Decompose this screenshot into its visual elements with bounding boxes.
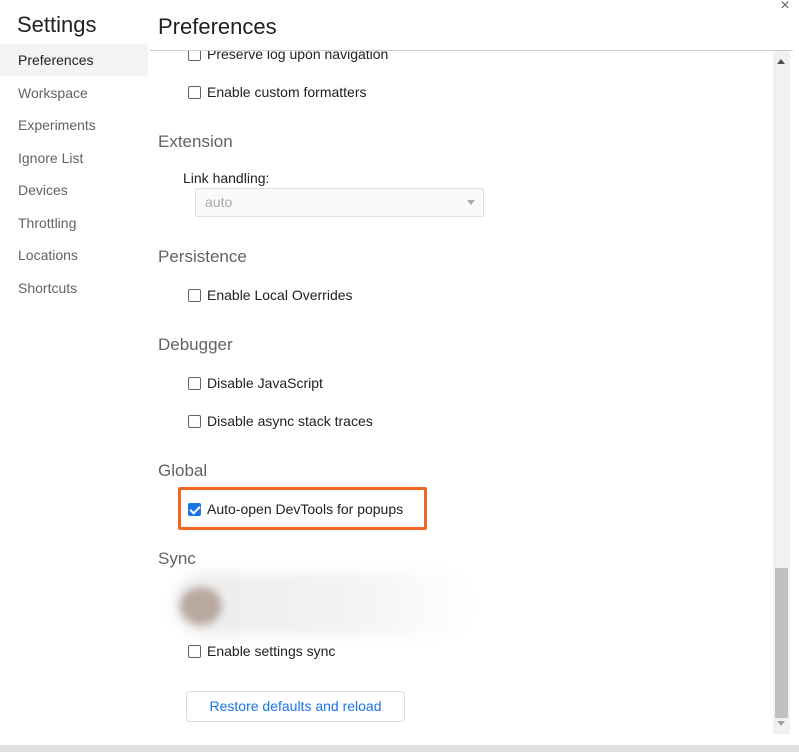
sidebar-item-experiments[interactable]: Experiments bbox=[0, 109, 148, 141]
bottom-border bbox=[0, 745, 799, 752]
sidebar-item-shortcuts[interactable]: Shortcuts bbox=[0, 272, 148, 304]
auto-open-devtools-checkbox[interactable] bbox=[188, 502, 201, 516]
sidebar-item-locations[interactable]: Locations bbox=[0, 239, 148, 271]
disable-async-label: Disable async stack traces bbox=[207, 413, 373, 429]
page-title: Preferences bbox=[158, 14, 277, 39]
link-handling-select[interactable]: auto bbox=[195, 188, 484, 217]
avatar bbox=[180, 587, 222, 625]
settings-title: Settings bbox=[17, 12, 97, 37]
chevron-down-icon bbox=[467, 200, 475, 205]
scrollbar-thumb[interactable] bbox=[775, 568, 788, 718]
link-handling-label: Link handling: bbox=[183, 170, 270, 186]
local-overrides-label: Enable Local Overrides bbox=[207, 287, 353, 303]
enable-sync-checkbox-row[interactable]: Enable settings sync bbox=[188, 641, 335, 661]
scroll-up-icon[interactable] bbox=[777, 59, 785, 64]
local-overrides-checkbox-row[interactable]: Enable Local Overrides bbox=[188, 285, 353, 305]
section-header-global: Global bbox=[158, 461, 208, 480]
disable-javascript-checkbox-row[interactable]: Disable JavaScript bbox=[188, 373, 323, 393]
disable-javascript-checkbox[interactable] bbox=[188, 376, 201, 390]
section-header-debugger: Debugger bbox=[158, 335, 233, 354]
scrollbar[interactable] bbox=[773, 51, 790, 734]
auto-open-devtools-label: Auto-open DevTools for popups bbox=[207, 501, 404, 517]
custom-formatters-checkbox-row[interactable]: Enable custom formatters bbox=[188, 82, 367, 102]
custom-formatters-label: Enable custom formatters bbox=[207, 84, 367, 100]
enable-sync-label: Enable settings sync bbox=[207, 643, 336, 659]
local-overrides-checkbox[interactable] bbox=[188, 288, 201, 302]
settings-sidebar: Settings Preferences Workspace Experimen… bbox=[0, 0, 148, 752]
sidebar-item-devices[interactable]: Devices bbox=[0, 174, 148, 206]
sidebar-item-preferences[interactable]: Preferences bbox=[0, 44, 148, 76]
link-handling-value: auto bbox=[205, 194, 233, 210]
custom-formatters-checkbox[interactable] bbox=[188, 85, 201, 99]
close-icon[interactable]: × bbox=[776, 0, 794, 14]
sidebar-item-ignore-list[interactable]: Ignore List bbox=[0, 142, 148, 174]
section-header-extension: Extension bbox=[158, 132, 233, 151]
preferences-panel: Preserve log upon navigation Enable cust… bbox=[150, 51, 772, 744]
auto-open-devtools-checkbox-row[interactable]: Auto-open DevTools for popups bbox=[188, 499, 403, 519]
preserve-log-checkbox-row[interactable]: Preserve log upon navigation bbox=[188, 51, 388, 64]
scroll-down-icon[interactable] bbox=[777, 721, 785, 726]
preserve-log-label: Preserve log upon navigation bbox=[207, 51, 389, 62]
preserve-log-checkbox[interactable] bbox=[188, 51, 201, 61]
disable-async-checkbox-row[interactable]: Disable async stack traces bbox=[188, 411, 373, 431]
sidebar-item-workspace[interactable]: Workspace bbox=[0, 77, 148, 109]
section-header-persistence: Persistence bbox=[158, 247, 247, 266]
disable-javascript-label: Disable JavaScript bbox=[207, 375, 323, 391]
section-header-sync: Sync bbox=[158, 549, 196, 568]
enable-sync-checkbox[interactable] bbox=[188, 644, 201, 658]
restore-defaults-button[interactable]: Restore defaults and reload bbox=[186, 691, 405, 722]
sidebar-item-throttling[interactable]: Throttling bbox=[0, 207, 148, 239]
disable-async-checkbox[interactable] bbox=[188, 414, 201, 428]
